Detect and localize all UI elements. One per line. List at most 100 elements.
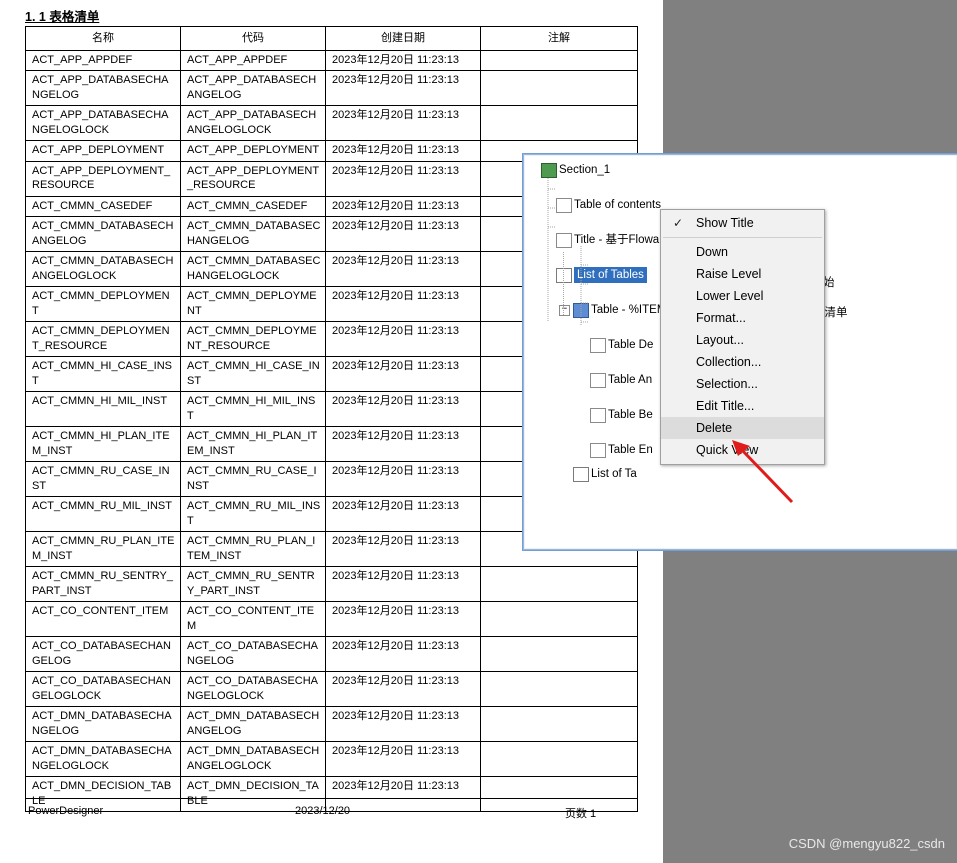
cell-name: ACT_CMMN_HI_CASE_INST	[25, 356, 181, 392]
cell-date: 2023年12月20日 11:23:13	[325, 391, 481, 427]
cell-name: ACT_CMMN_DEPLOYMENT	[25, 286, 181, 322]
page-icon	[556, 233, 572, 248]
cell-date: 2023年12月20日 11:23:13	[325, 461, 481, 497]
menu-item-layout[interactable]: Layout...	[661, 329, 824, 351]
page-icon	[590, 373, 606, 388]
menu-item-format[interactable]: Format...	[661, 307, 824, 329]
page-icon	[556, 198, 572, 213]
menu-item-label: Edit Title...	[696, 399, 755, 413]
menu-item-selection[interactable]: Selection...	[661, 373, 824, 395]
cell-code: ACT_APP_APPDEF	[180, 49, 326, 71]
column-header-note: 注解	[480, 26, 638, 51]
collapse-expander-icon[interactable]: −	[559, 305, 570, 316]
cell-date: 2023年12月20日 11:23:13	[325, 741, 481, 777]
table-row: ACT_CO_DATABASECHANGELOG ACT_CO_DATABASEC…	[25, 636, 638, 672]
cell-note	[480, 706, 638, 742]
cell-code: ACT_CMMN_HI_MIL_INST	[180, 391, 326, 427]
cell-code: ACT_CO_DATABASECHANGELOGLOCK	[180, 671, 326, 707]
cell-date: 2023年12月20日 11:23:13	[325, 636, 481, 672]
tree-item-label-selected: List of Tables	[574, 267, 647, 283]
cell-date: 2023年12月20日 11:23:13	[325, 531, 481, 567]
table-row: ACT_APP_DATABASECHANGELOG ACT_APP_DATABAS…	[25, 70, 638, 106]
cell-code: ACT_CMMN_HI_CASE_INST	[180, 356, 326, 392]
menu-item-collection[interactable]: Collection...	[661, 351, 824, 373]
cell-name: ACT_APP_DATABASECHANGELOGLOCK	[25, 105, 181, 141]
column-header-name: 名称	[25, 26, 181, 51]
cell-name: ACT_DMN_DATABASECHANGELOG	[25, 706, 181, 742]
footer-page-number: 页数 1	[565, 808, 597, 820]
cell-name: ACT_CO_DATABASECHANGELOG	[25, 636, 181, 672]
menu-item-edit-title[interactable]: Edit Title...	[661, 395, 824, 417]
cell-name: ACT_APP_DEPLOYMENT_RESOURCE	[25, 160, 181, 197]
cell-date: 2023年12月20日 11:23:13	[325, 601, 481, 637]
menu-item-label: Raise Level	[696, 267, 762, 281]
cell-name: ACT_CMMN_RU_SENTRY_PART_INST	[25, 566, 181, 602]
page-footer: PowerDesigner 2023/12/20 页数 1	[25, 798, 637, 820]
cell-code: ACT_DMN_DATABASECHANGELOGLOCK	[180, 741, 326, 777]
menu-item-show-title[interactable]: ✓ Show Title	[661, 212, 824, 234]
page-icon	[590, 338, 606, 353]
cell-note	[480, 49, 638, 71]
table-row: ACT_CMMN_RU_SENTRY_PART_INST ACT_CMMN_RU_…	[25, 566, 638, 602]
cell-note	[480, 741, 638, 777]
tree-item-label: Table Be	[608, 409, 653, 421]
menu-item-label: Layout...	[696, 333, 744, 347]
table-header-row: 名称 代码 创建日期 注解	[25, 26, 638, 51]
cell-date: 2023年12月20日 11:23:13	[325, 671, 481, 707]
cell-note	[480, 105, 638, 141]
cell-code: ACT_CMMN_RU_CASE_INST	[180, 461, 326, 497]
tree-item-label: Table An	[608, 374, 653, 386]
cell-name: ACT_APP_DEPLOYMENT	[25, 140, 181, 162]
section-icon	[541, 163, 557, 178]
tree-item-label: Table of contents	[574, 199, 661, 211]
context-menu-list[interactable]: ✓ Show Title Down Raise Level Lower Level For…	[661, 212, 824, 461]
cell-code: ACT_APP_DATABASECHANGELOG	[180, 70, 326, 106]
menu-item-label: Lower Level	[696, 289, 764, 303]
column-header-code: 代码	[180, 26, 326, 51]
page-icon	[590, 408, 606, 423]
menu-item-quick-view[interactable]: Quick View	[661, 439, 824, 461]
checkmark-icon: ✓	[673, 216, 684, 230]
cell-note	[480, 776, 638, 812]
cell-code: ACT_APP_DEPLOYMENT	[180, 140, 326, 162]
menu-item-label: Format...	[696, 311, 747, 325]
cell-name: ACT_CMMN_DATABASECHANGELOG	[25, 216, 181, 252]
cell-name: ACT_APP_DATABASECHANGELOG	[25, 70, 181, 106]
menu-item-raise-level[interactable]: Raise Level	[661, 263, 824, 285]
cell-note	[480, 566, 638, 602]
tree-item-label: Table En	[608, 444, 653, 456]
cell-name: ACT_APP_APPDEF	[25, 49, 181, 71]
tree-item-section-1[interactable]: Section_1	[525, 162, 956, 178]
table-row: ACT_APP_DATABASECHANGELOGLOCK ACT_APP_DAT…	[25, 105, 638, 141]
cell-code: ACT_APP_DATABASECHANGELOGLOCK	[180, 105, 326, 141]
cell-code: ACT_CMMN_DEPLOYMENT_RESOURCE	[180, 321, 326, 357]
cell-code: ACT_CMMN_RU_SENTRY_PART_INST	[180, 566, 326, 602]
page-title: 1. 1 表格清单	[25, 10, 100, 24]
list-icon	[556, 268, 572, 283]
cell-name: ACT_CMMN_RU_CASE_INST	[25, 461, 181, 497]
menu-separator	[663, 237, 822, 238]
menu-item-lower-level[interactable]: Lower Level	[661, 285, 824, 307]
cell-name: ACT_CMMN_DEPLOYMENT_RESOURCE	[25, 321, 181, 357]
list-icon	[573, 467, 589, 482]
footer-date: 2023/12/20	[295, 805, 351, 817]
cell-code: ACT_CMMN_RU_MIL_INST	[180, 496, 326, 532]
tree-item-label: Table De	[608, 339, 654, 351]
tree-item-label: Section_1	[559, 164, 611, 176]
menu-item-label: Down	[696, 245, 728, 259]
cell-date: 2023年12月20日 11:23:13	[325, 195, 481, 217]
table-row: ACT_DMN_DATABASECHANGELOG ACT_DMN_DATABAS…	[25, 706, 638, 742]
cell-date: 2023年12月20日 11:23:13	[325, 706, 481, 742]
cell-name: ACT_CMMN_RU_PLAN_ITEM_INST	[25, 531, 181, 567]
menu-item-label: Show Title	[696, 216, 754, 230]
cell-code: ACT_CMMN_DATABASECHANGELOGLOCK	[180, 251, 326, 287]
cell-code: ACT_DMN_DATABASECHANGELOG	[180, 706, 326, 742]
menu-item-delete[interactable]: Delete	[661, 417, 824, 439]
cell-date: 2023年12月20日 11:23:13	[325, 140, 481, 162]
cell-name: ACT_CMMN_CASEDEF	[25, 195, 181, 217]
menu-item-down[interactable]: Down	[661, 241, 824, 263]
tree-item-list-of-tables-2[interactable]: List of Ta	[525, 466, 956, 482]
cell-date: 2023年12月20日 11:23:13	[325, 356, 481, 392]
cell-code: ACT_CMMN_RU_PLAN_ITEM_INST	[180, 531, 326, 567]
context-menu[interactable]: ✓ Show Title Down Raise Level Lower Level For…	[660, 209, 825, 465]
